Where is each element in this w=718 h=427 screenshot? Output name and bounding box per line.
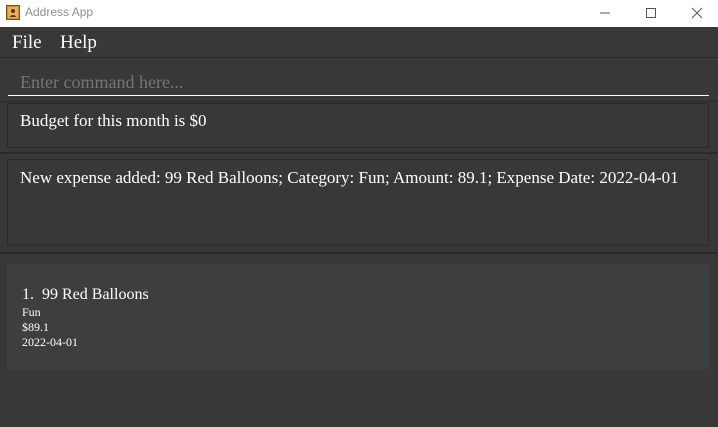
expense-list[interactable]: 1. 99 Red Balloons Fun $89.1 2022-04-01	[7, 264, 709, 369]
maximize-button[interactable]	[628, 0, 674, 27]
expense-index: 1.	[22, 286, 34, 303]
expense-name: 99 Red Balloons	[42, 286, 149, 303]
divider	[0, 152, 718, 154]
menu-file[interactable]: File	[12, 32, 42, 54]
menu-help[interactable]: Help	[60, 32, 97, 54]
budget-panel: Budget for this month is $0	[7, 103, 709, 148]
divider	[0, 252, 718, 254]
address-book-icon	[6, 5, 20, 20]
expense-amount: $89.1	[22, 320, 49, 334]
maximize-icon	[646, 8, 656, 18]
minimize-icon	[600, 12, 610, 14]
result-text: New expense added: 99 Red Balloons; Cate…	[20, 168, 679, 187]
title-bar: Address App	[0, 0, 718, 27]
expense-date: 2022-04-01	[22, 335, 78, 349]
budget-text: Budget for this month is $0	[20, 111, 207, 130]
menu-bar: File Help	[0, 27, 718, 58]
window-title: Address App	[25, 5, 94, 19]
command-input[interactable]	[8, 66, 709, 96]
expense-category: Fun	[22, 305, 41, 319]
expense-title: 1. 99 Red Balloons	[22, 286, 149, 304]
minimize-button[interactable]	[582, 0, 628, 27]
command-box	[0, 58, 718, 102]
close-button[interactable]	[674, 0, 718, 27]
close-icon	[691, 7, 703, 19]
result-display: New expense added: 99 Red Balloons; Cate…	[7, 159, 709, 246]
